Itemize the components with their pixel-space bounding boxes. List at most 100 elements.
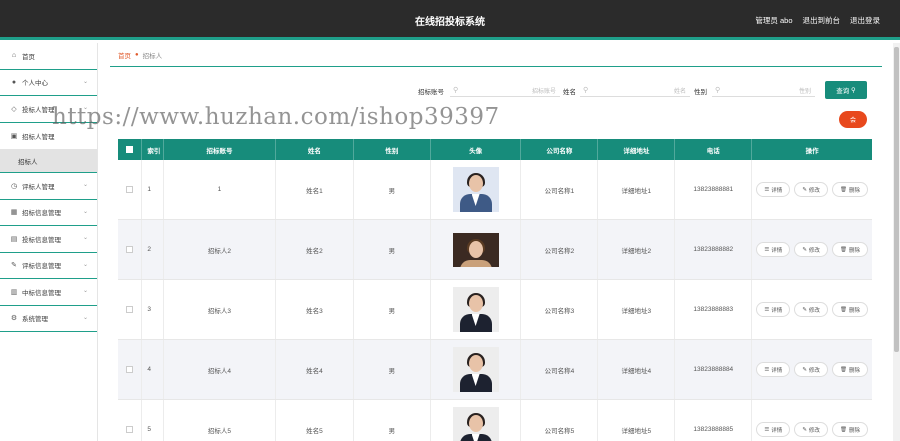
edit-button[interactable]: ✎ 修改 [794,242,828,257]
detail-button[interactable]: ☰ 详情 [756,182,791,197]
search-icon: ⚲ [453,87,459,94]
admin-user-label: 管理员 abo [755,16,793,25]
chevron-down-icon: ⌄ [82,78,88,85]
search-bar: 招标账号 ⚲ 招标账号 姓名 ⚲ 姓名 性别 ⚲ 性别 [110,80,882,100]
sex-label: 性别 [694,89,707,96]
sidebar-item-tenderer-management[interactable]: ▣ 招标人管理 [0,123,97,150]
sidebar-item-tenderer[interactable]: 招标人 [0,149,97,173]
delete-button[interactable]: 🗑 删除 [831,422,868,437]
name-search-input[interactable]: ⚲ 姓名 [580,83,690,97]
table-row: 2 招标人2 姓名2 男 公司名称2 详细地址2 13823888882 ☰ 详情… [118,220,872,280]
detail-button[interactable]: ☰ 详情 [756,242,791,257]
search-icon: ⚲ [715,87,721,94]
detail-icon: ☰ [764,306,770,313]
table-row: 1 1 姓名1 男 公司名称1 详细地址1 13823888881 ☰ 详情 ✎ 修… [118,160,872,220]
box-icon: ▥ [10,288,18,296]
detail-button[interactable]: ☰ 详情 [756,362,791,377]
sidebar-item-system-management[interactable]: ⚙ 系统管理 ⌄ [0,306,97,332]
row-checkbox[interactable] [118,340,143,399]
sidebar-item-evaluator-management[interactable]: ◷ 评标人管理 ⌄ [0,173,97,200]
sidebar-item-award-info-management[interactable]: ▥ 中标信息管理 ⌄ [0,279,97,306]
clock-icon: ◷ [10,182,18,190]
name-label: 姓名 [563,89,576,96]
select-all-checkbox[interactable] [118,139,143,160]
delete-button[interactable]: 🗑 删除 [831,182,868,197]
chevron-down-icon: ⌄ [82,235,88,241]
detail-icon: ☰ [764,246,770,253]
trash-icon: 🗑 [839,306,847,313]
edit-button[interactable]: ✎ 修改 [794,302,828,317]
detail-icon: ☰ [764,186,770,193]
breadcrumb-current: 招标人 [142,52,163,60]
trash-icon: 🗑 [839,246,847,253]
row-checkbox[interactable] [118,280,143,339]
avatar [452,232,499,267]
list-icon: ▤ [10,235,18,243]
trash-icon: 🗑 [839,366,847,373]
sex-search-input[interactable]: ⚲ 性别 [712,83,815,97]
trash-icon: 🗑 [839,426,847,433]
chevron-down-icon: ⌄ [82,105,88,111]
table-header: 索引 招标账号 姓名 性别 头像 公司名称 详细地址 电话 操作 [118,139,872,160]
row-checkbox[interactable] [118,220,143,279]
sidebar-item-home[interactable]: ⌂ 首页 [0,43,97,70]
chevron-down-icon: ⌄ [82,182,88,188]
account-search-input[interactable]: ⚲ 招标账号 [450,83,560,97]
row-checkbox[interactable] [118,160,143,219]
chevron-down-icon: ⌄ [82,288,88,294]
main-content: 首页 ● 招标人 招标账号 ⚲ 招标账号 姓名 ⚲ 姓名 性别 ⚲ 性别 查询 ⚲ 会… [110,43,882,441]
pen-icon: ✎ [11,262,17,270]
top-header: 在线招投标系统 管理员 abo 退出到前台 退出登录 [0,0,900,40]
search-icon: ⚲ [583,87,589,94]
avatar [452,287,499,332]
logout-link[interactable]: 退出登录 [850,15,880,26]
edit-icon: ✎ [802,426,807,433]
search-icon: ⚲ [851,87,856,94]
breadcrumb-home[interactable]: 首页 [118,50,131,60]
delete-button[interactable]: 🗑 删除 [831,302,868,317]
table-row: 4 招标人4 姓名4 男 公司名称4 详细地址4 13823888884 ☰ 详情… [118,340,872,400]
delete-button[interactable]: 🗑 删除 [831,362,868,377]
chevron-down-icon: ⌄ [82,314,88,321]
search-button[interactable]: 查询 ⚲ [825,81,867,99]
chevron-down-icon: ⌄ [82,208,88,215]
sidebar-item-personal-center[interactable]: ● 个人中心 ⌄ [0,70,97,96]
vertical-scrollbar[interactable] [893,43,900,441]
sidebar-item-evaluation-info-management[interactable]: ✎ 评标信息管理 ⌄ [0,253,97,279]
gear-icon: ⚙ [10,315,18,323]
detail-icon: ☰ [764,426,770,433]
sidebar-item-tender-info-management[interactable]: ▦ 招标信息管理 ⌄ [0,200,97,226]
avatar [452,407,499,441]
breadcrumb-separator-icon: ● [135,51,139,58]
table-row: 5 招标人5 姓名5 男 公司名称5 详细地址5 13823888885 ☰ 详情… [118,400,872,441]
edit-button[interactable]: ✎ 修改 [794,422,828,437]
edit-button[interactable]: ✎ 修改 [794,362,828,377]
edit-icon: ✎ [802,246,807,253]
grid-icon: ▦ [10,209,18,217]
tag-icon: ◇ [11,105,17,113]
edit-icon: ✎ [802,366,807,373]
edit-icon: ✎ [802,186,807,193]
tenderer-table: 索引 招标账号 姓名 性别 头像 公司名称 详细地址 电话 操作 1 1 姓名1… [118,139,872,441]
table-row: 3 招标人3 姓名3 男 公司名称3 详细地址3 13823888883 ☰ 详情… [118,280,872,340]
detail-button[interactable]: ☰ 详情 [756,302,791,317]
chevron-down-icon: ⌄ [82,261,88,268]
home-icon: ⌂ [11,52,17,60]
trash-icon: 🗑 [839,186,847,193]
detail-button[interactable]: ☰ 详情 [756,422,791,437]
exit-to-front-link[interactable]: 退出到前台 [803,15,841,26]
building-icon: ▣ [10,132,18,140]
sidebar: ⌂ 首页 ● 个人中心 ⌄ ◇ 投标人管理 ⌄ ▣ 招标人管理 招标人 ◷ 评标人管理 ⌄ ▦ 招… [0,43,98,441]
breadcrumb: 首页 ● 招标人 [110,43,882,67]
avatar [452,167,499,212]
row-checkbox[interactable] [118,400,143,441]
edit-icon: ✎ [802,306,807,313]
edit-button[interactable]: ✎ 修改 [794,182,828,197]
detail-icon: ☰ [764,366,770,373]
delete-button[interactable]: 🗑 删除 [831,242,868,257]
sidebar-item-bid-info-management[interactable]: ▤ 投标信息管理 ⌄ [0,226,97,253]
sidebar-item-bidder-management[interactable]: ◇ 投标人管理 ⌄ [0,96,97,123]
scrollbar-thumb[interactable] [894,47,899,352]
batch-delete-button[interactable]: 会 [839,111,867,128]
user-icon: ● [11,78,17,86]
